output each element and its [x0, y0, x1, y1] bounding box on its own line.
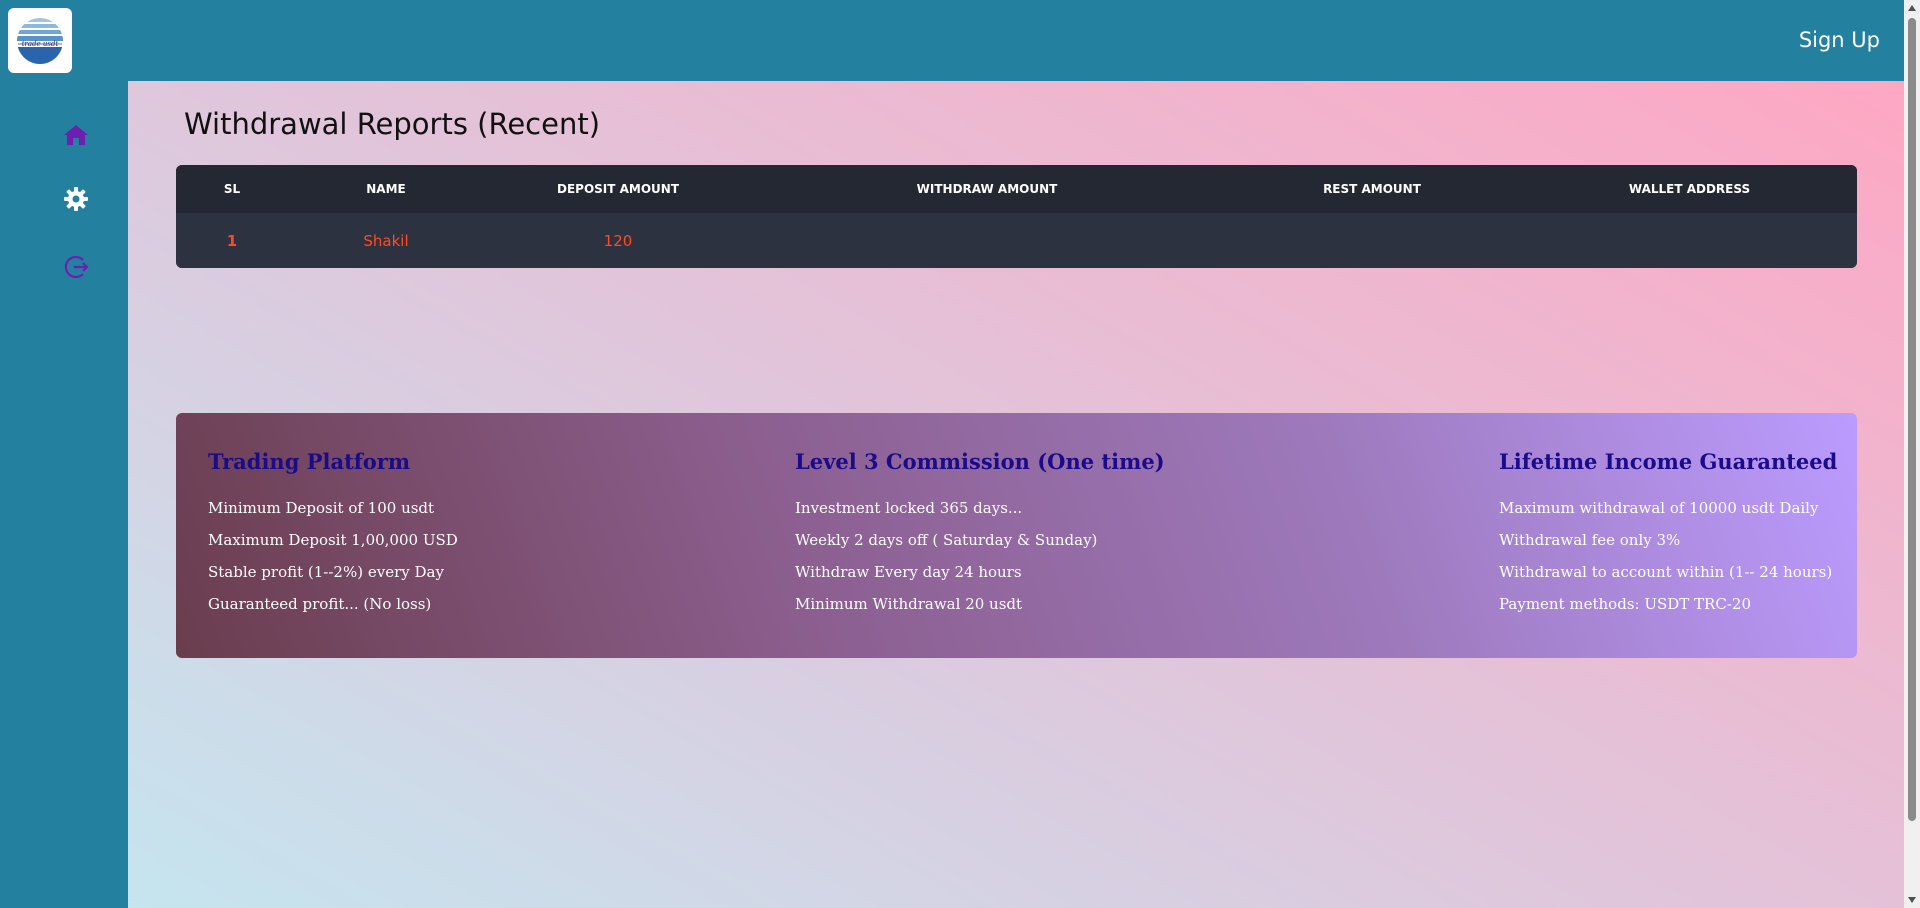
info-line: Minimum Deposit of 100 usdt [208, 499, 435, 517]
vertical-scrollbar[interactable] [1904, 0, 1920, 908]
info-panel: Trading Platform Minimum Deposit of 100 … [176, 413, 1857, 658]
logo-emblem-icon: trade usdt [17, 17, 63, 64]
column-header-sl: SL [223, 182, 241, 196]
info-line: Stable profit (1--2%) every Day [208, 563, 444, 581]
logout-icon[interactable] [58, 249, 94, 285]
column-header-rest-amount: REST AMOUNT [1323, 182, 1421, 196]
info-line: Maximum withdrawal of 10000 usdt Daily [1499, 499, 1819, 517]
cell-deposit-amount: 120 [603, 231, 633, 250]
sidebar [0, 81, 128, 908]
column-header-deposit-amount: DEPOSIT AMOUNT [556, 182, 680, 196]
cell-sl: 1 [226, 231, 238, 250]
scrollbar-thumb[interactable] [1908, 18, 1916, 821]
scroll-up-arrow-icon[interactable] [1904, 0, 1920, 16]
brand-logo[interactable]: trade usdt [8, 8, 72, 73]
gear-icon[interactable] [58, 181, 94, 217]
info-line: Payment methods: USDT TRC-20 [1499, 595, 1751, 613]
page-title: Withdrawal Reports (Recent) [184, 107, 601, 141]
withdrawal-report-table: SL NAME DEPOSIT AMOUNT WITHDRAW AMOUNT R… [176, 165, 1857, 268]
info-column-trading-platform: Trading Platform Minimum Deposit of 100 … [208, 449, 458, 624]
sign-up-link[interactable]: Sign Up [1799, 28, 1880, 52]
main-content: Withdrawal Reports (Recent) SL NAME DEPO… [128, 81, 1904, 908]
info-line: Maximum Deposit 1,00,000 USD [208, 531, 458, 549]
scroll-down-arrow-icon[interactable] [1904, 892, 1920, 908]
info-line: Investment locked 365 days... [795, 499, 1023, 517]
info-line: Withdrawal to account within (1-- 24 hou… [1499, 563, 1833, 581]
info-line: Withdrawal fee only 3% [1499, 531, 1681, 549]
home-icon[interactable] [58, 117, 94, 153]
info-column-level-3-commission: Level 3 Commission (One time) Investment… [795, 449, 1165, 624]
info-heading: Lifetime Income Guaranteed [1499, 449, 1838, 474]
info-line: Withdraw Every day 24 hours [795, 563, 1022, 581]
cell-name: Shakil [363, 231, 409, 250]
svg-text:trade usdt: trade usdt [22, 40, 59, 48]
info-heading: Trading Platform [208, 449, 411, 474]
column-header-wallet-address: WALLET ADDRESS [1628, 182, 1751, 196]
column-header-withdraw-amount: WITHDRAW AMOUNT [916, 182, 1058, 196]
info-heading: Level 3 Commission (One time) [795, 449, 1165, 474]
info-line: Weekly 2 days off ( Saturday & Sunday) [795, 531, 1098, 549]
top-navbar: trade usdt Sign Up [0, 0, 1904, 81]
table-header-row: SL NAME DEPOSIT AMOUNT WITHDRAW AMOUNT R… [176, 165, 1857, 213]
column-header-name: NAME [366, 182, 406, 196]
info-line: Minimum Withdrawal 20 usdt [795, 595, 1023, 613]
cell-rest-amount [1222, 213, 1522, 268]
info-line: Guaranteed profit... (No loss) [208, 595, 432, 613]
table-row: 1 Shakil 120 [176, 213, 1857, 268]
info-column-lifetime-income: Lifetime Income Guaranteed Maximum withd… [1499, 449, 1837, 624]
cell-wallet-address [1522, 213, 1857, 268]
cell-withdraw-amount [752, 213, 1222, 268]
